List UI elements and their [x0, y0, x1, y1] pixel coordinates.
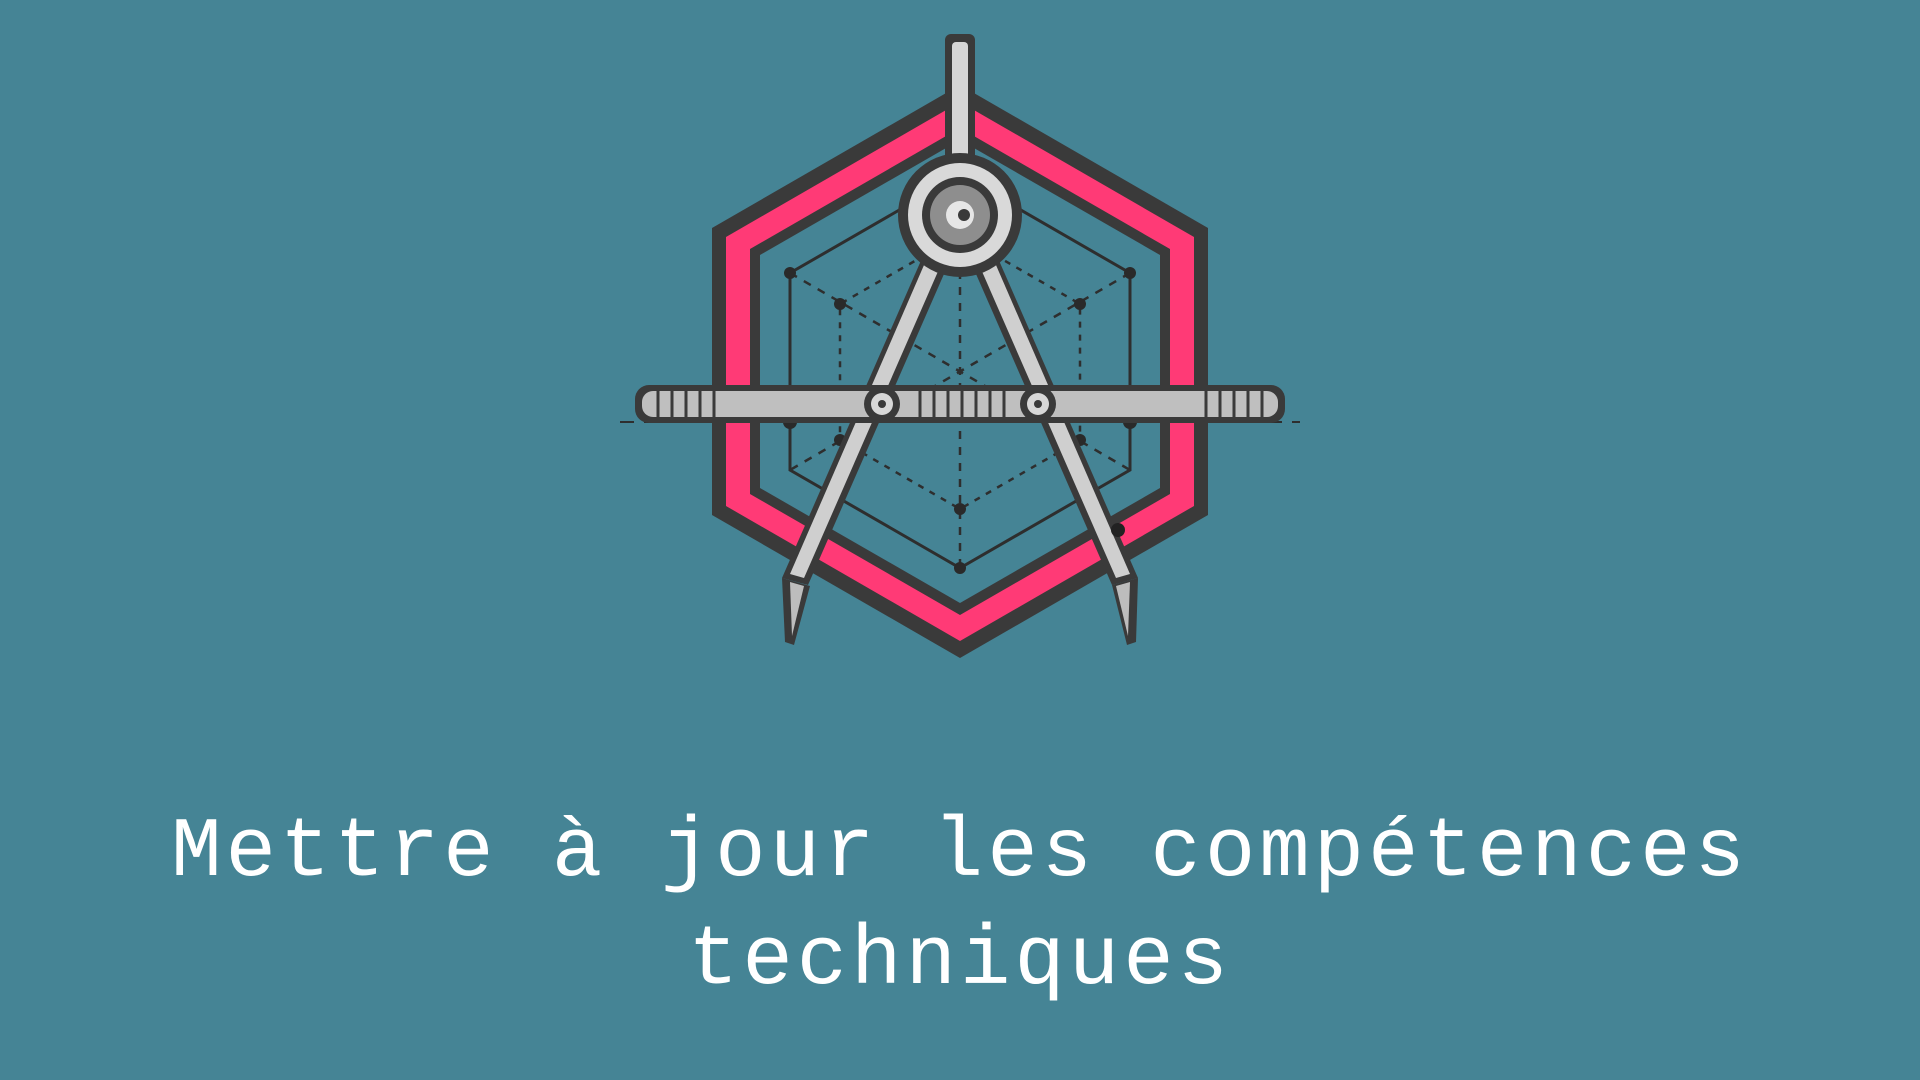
slide-title: Mettre à jour les compétences techniques: [171, 806, 1749, 1009]
drafting-compass-hexagon-emblem: [620, 34, 1300, 658]
compass-handle: [945, 34, 975, 164]
compass-hinge: [898, 153, 1022, 277]
slide: Mettre à jour les compétences techniques: [0, 0, 1920, 1080]
compass-crossbar: [635, 385, 1285, 423]
